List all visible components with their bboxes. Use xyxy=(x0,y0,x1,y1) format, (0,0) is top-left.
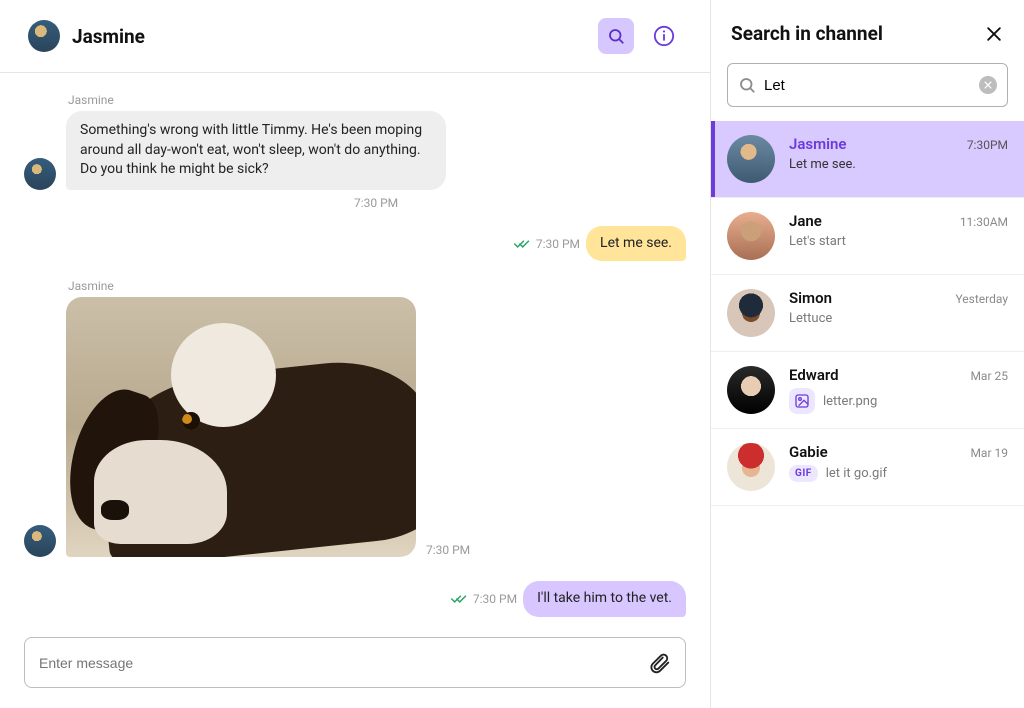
message-timestamp: 7:30 PM xyxy=(536,237,580,251)
search-panel: Search in channel Jasmine 7:30PM Let xyxy=(711,0,1024,708)
message-composer[interactable] xyxy=(24,637,686,688)
message-avatar[interactable] xyxy=(24,525,56,557)
search-result[interactable]: Simon Yesterday Lettuce xyxy=(711,275,1024,352)
info-icon xyxy=(653,25,675,47)
message-outgoing-meta: 7:30 PM Let me see. xyxy=(24,226,686,262)
gif-attachment-chip: GIF xyxy=(789,465,818,482)
sender-label: Jasmine xyxy=(68,279,686,293)
search-result[interactable]: Gabie Mar 19 GIF let it go.gif xyxy=(711,429,1024,506)
search-result[interactable]: Jasmine 7:30PM Let me see. xyxy=(711,121,1024,198)
message-bubble: I'll take him to the vet. xyxy=(523,581,686,617)
result-time: 7:30PM xyxy=(967,138,1008,152)
result-snippet: Let me see. xyxy=(789,157,1008,172)
message-outgoing-meta: 7:30 PM I'll take him to the vet. xyxy=(24,581,686,617)
result-name: Edward xyxy=(789,366,970,384)
message-avatar[interactable] xyxy=(24,158,56,190)
message-timestamp: 7:30 PM xyxy=(473,592,517,606)
message-bubble: Something's wrong with little Timmy. He'… xyxy=(66,111,446,190)
result-avatar xyxy=(727,366,775,414)
paperclip-icon xyxy=(649,652,671,674)
search-result[interactable]: Jane 11:30AM Let's start xyxy=(711,198,1024,275)
image-icon xyxy=(794,393,810,409)
search-results: Jasmine 7:30PM Let me see. Jane 11:30AM … xyxy=(711,121,1024,708)
result-avatar xyxy=(727,289,775,337)
attach-button[interactable] xyxy=(649,652,671,674)
search-icon xyxy=(607,27,625,45)
read-receipt-icon xyxy=(451,594,467,604)
search-result[interactable]: Edward Mar 25 letter.png xyxy=(711,352,1024,429)
message-timestamp: 7:30 PM xyxy=(354,196,686,210)
close-icon xyxy=(984,24,1004,44)
image-attachment[interactable] xyxy=(66,297,416,557)
search-panel-header: Search in channel xyxy=(711,0,1024,63)
contact-avatar[interactable] xyxy=(28,20,60,52)
chat-header: Jasmine xyxy=(0,0,710,73)
channel-info-button[interactable] xyxy=(646,18,682,54)
result-avatar xyxy=(727,135,775,183)
result-snippet: GIF let it go.gif xyxy=(789,465,1008,482)
search-input[interactable] xyxy=(764,77,979,94)
chat-pane: Jasmine Jasmine Something's wrong with l… xyxy=(0,0,711,708)
result-name: Gabie xyxy=(789,443,970,461)
contact-name: Jasmine xyxy=(72,25,586,48)
close-icon xyxy=(983,80,993,90)
read-receipt-icon xyxy=(514,239,530,249)
image-attachment-chip xyxy=(789,388,815,414)
result-snippet-text: let it go.gif xyxy=(826,466,887,481)
result-snippet: Lettuce xyxy=(789,311,1008,326)
clear-search-button[interactable] xyxy=(979,76,997,94)
message-timestamp: 7:30 PM xyxy=(426,543,470,557)
message-list[interactable]: Jasmine Something's wrong with little Ti… xyxy=(0,73,710,629)
result-snippet: letter.png xyxy=(789,388,1008,414)
close-panel-button[interactable] xyxy=(984,24,1004,44)
sender-label: Jasmine xyxy=(68,93,686,107)
result-snippet: Let's start xyxy=(789,234,1008,249)
result-snippet-text: letter.png xyxy=(823,394,877,409)
result-avatar xyxy=(727,212,775,260)
result-name: Jane xyxy=(789,212,960,230)
result-time: Yesterday xyxy=(955,292,1008,306)
message-input[interactable] xyxy=(39,655,649,671)
result-time: 11:30AM xyxy=(960,215,1008,229)
message-bubble: Let me see. xyxy=(586,226,686,262)
result-time: Mar 19 xyxy=(970,446,1008,460)
message-incoming: Something's wrong with little Timmy. He'… xyxy=(24,111,686,190)
search-field[interactable] xyxy=(727,63,1008,107)
search-icon xyxy=(738,76,756,94)
result-time: Mar 25 xyxy=(970,369,1008,383)
result-avatar xyxy=(727,443,775,491)
result-name: Simon xyxy=(789,289,955,307)
channel-search-button[interactable] xyxy=(598,18,634,54)
search-panel-title: Search in channel xyxy=(731,22,984,45)
message-incoming: 7:30 PM xyxy=(24,297,686,557)
result-name: Jasmine xyxy=(789,135,967,153)
